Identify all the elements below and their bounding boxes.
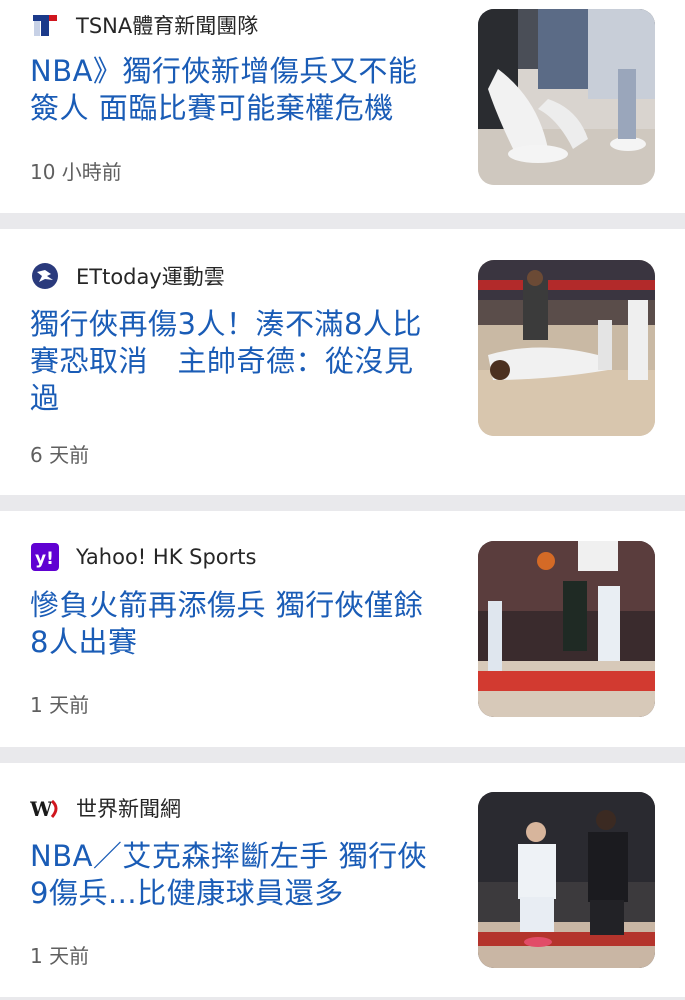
timestamp: 1 天前 xyxy=(30,944,90,968)
timestamp: 10 小時前 xyxy=(30,160,122,184)
news-card[interactable]: ETtoday運動雲 獨行俠再傷3人！湊不滿8人比賽恐取消 主帥奇德：從沒見過 … xyxy=(0,229,685,495)
tsna-t-logo-icon xyxy=(30,11,60,39)
separator xyxy=(0,213,685,229)
separator xyxy=(0,495,685,511)
source-name: Yahoo! HK Sports xyxy=(76,545,257,569)
svg-text:y!: y! xyxy=(35,549,54,569)
player-dribbling-photo[interactable] xyxy=(478,792,655,968)
source-row: TSNA體育新聞團隊 xyxy=(30,11,258,39)
source-name: 世界新聞網 xyxy=(76,797,181,821)
source-row: W 世界新聞網 xyxy=(30,794,181,822)
source-name: TSNA體育新聞團隊 xyxy=(76,14,259,38)
injured-player-on-court-photo[interactable] xyxy=(478,260,655,436)
news-card[interactable]: TSNA體育新聞團隊 NBA》獨行俠新增傷兵又不能簽人 面臨比賽可能棄權危機 1… xyxy=(0,0,685,213)
timestamp: 6 天前 xyxy=(30,443,90,467)
news-card[interactable]: y! Yahoo! HK Sports 慘負火箭再添傷兵 獨行俠僅餘8人出賽 1… xyxy=(0,511,685,747)
yahoo-logo-icon: y! xyxy=(30,543,60,571)
separator xyxy=(0,747,685,763)
basketball-players-feet-photo[interactable] xyxy=(478,9,655,185)
headline[interactable]: 慘負火箭再添傷兵 獨行俠僅餘8人出賽 xyxy=(30,587,440,661)
source-row: ETtoday運動雲 xyxy=(30,262,225,290)
headline[interactable]: NBA》獨行俠新增傷兵又不能簽人 面臨比賽可能棄權危機 xyxy=(30,53,440,127)
headline[interactable]: NBA／艾克森摔斷左手 獨行俠9傷兵...比健康球員還多 xyxy=(30,838,440,912)
timestamp: 1 天前 xyxy=(30,693,90,717)
world-journal-logo-icon: W xyxy=(30,794,60,822)
headline[interactable]: 獨行俠再傷3人！湊不滿8人比賽恐取消 主帥奇德：從沒見過 xyxy=(30,306,440,417)
source-name: ETtoday運動雲 xyxy=(76,265,225,289)
svg-text:W: W xyxy=(30,797,53,821)
ettoday-sports-logo-icon xyxy=(30,262,60,290)
source-row: y! Yahoo! HK Sports xyxy=(30,543,256,571)
players-layup-photo[interactable] xyxy=(478,541,655,717)
news-feed: TSNA體育新聞團隊 NBA》獨行俠新增傷兵又不能簽人 面臨比賽可能棄權危機 1… xyxy=(0,0,685,1000)
news-card[interactable]: W 世界新聞網 NBA／艾克森摔斷左手 獨行俠9傷兵...比健康球員還多 1 天… xyxy=(0,763,685,1000)
